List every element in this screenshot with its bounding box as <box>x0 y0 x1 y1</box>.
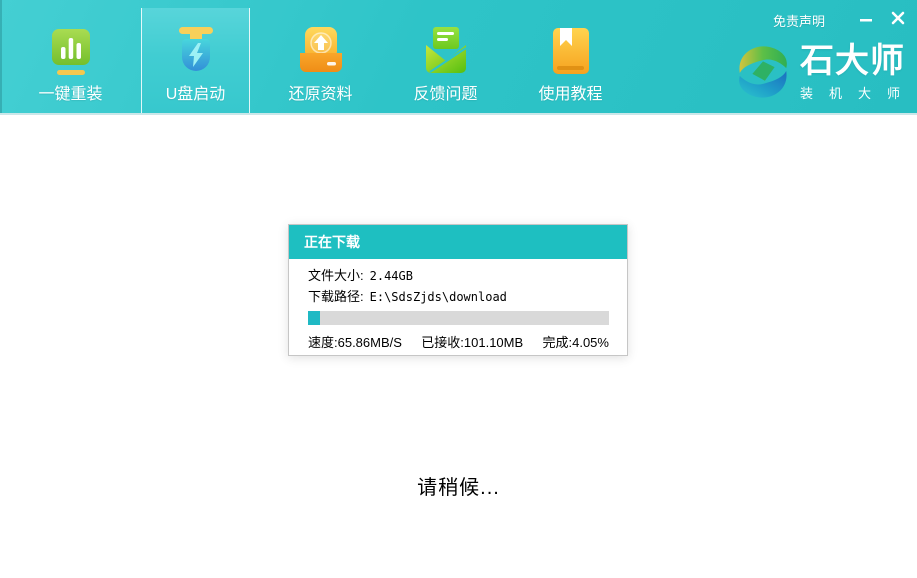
tab-one-key-reinstall[interactable]: 一键重装 <box>16 8 125 113</box>
tab-restore-data[interactable]: 还原资料 <box>266 8 375 113</box>
brand-subtitle: 装机大师 <box>800 83 917 102</box>
header-divider <box>0 113 917 115</box>
usb-drive-icon <box>170 26 222 78</box>
tab-tutorial[interactable]: 使用教程 <box>516 8 625 113</box>
main-nav: 一键重装 U盘启动 <box>8 0 633 113</box>
brand-title: 石大师 <box>800 42 905 80</box>
download-dialog-body: 文件大小: 2.44GB 下载路径: E:\SdsZjds\download 速… <box>289 259 627 351</box>
tab-usb-boot[interactable]: U盘启动 <box>141 8 250 113</box>
file-size-value: 2.44GB <box>370 269 413 283</box>
tab-label: 反馈问题 <box>413 86 477 103</box>
tutorial-book-icon <box>545 26 597 78</box>
file-size-row: 文件大小: 2.44GB <box>308 269 608 283</box>
minimize-button[interactable] <box>855 8 877 28</box>
status-text: 请稍候... <box>0 471 917 500</box>
brand-logo: 石大师 装机大师 <box>734 42 905 102</box>
progress-fill <box>308 311 320 325</box>
received-stat: 已接收:101.10MB <box>421 332 523 351</box>
download-path-value: E:\SdsZjds\download <box>370 290 507 304</box>
tab-label: 一键重装 <box>38 86 102 103</box>
minimize-icon <box>858 10 874 26</box>
feedback-mail-icon <box>420 26 472 78</box>
stats-bars-icon <box>45 26 97 78</box>
tab-feedback[interactable]: 反馈问题 <box>391 8 500 113</box>
download-path-row: 下载路径: E:\SdsZjds\download <box>308 290 608 304</box>
window-controls <box>855 8 909 28</box>
progress-bar <box>308 311 609 325</box>
completed-stat: 完成:4.05% <box>543 332 609 351</box>
leaf-s-logo-icon <box>734 42 792 102</box>
speed-stat: 速度:65.86MB/S <box>308 332 402 351</box>
close-button[interactable] <box>887 8 909 28</box>
brand-text: 石大师 装机大师 <box>800 42 905 102</box>
download-path-label: 下载路径: <box>308 290 364 304</box>
app-header: 一键重装 U盘启动 <box>0 0 917 113</box>
download-dialog-header: 正在下载 <box>289 225 627 259</box>
tab-label: 还原资料 <box>288 86 352 103</box>
file-size-label: 文件大小: <box>308 269 364 283</box>
tab-label: U盘启动 <box>166 86 226 103</box>
disclaimer-link[interactable]: 免责声明 <box>773 11 825 30</box>
dialog-title: 正在下载 <box>304 232 360 252</box>
tab-label: 使用教程 <box>538 86 602 103</box>
download-stats-row: 速度:65.86MB/S 已接收:101.10MB 完成:4.05% <box>308 332 609 351</box>
download-dialog: 正在下载 文件大小: 2.44GB 下载路径: E:\SdsZjds\downl… <box>288 224 628 356</box>
restore-upload-icon <box>295 26 347 78</box>
close-icon <box>890 10 906 26</box>
